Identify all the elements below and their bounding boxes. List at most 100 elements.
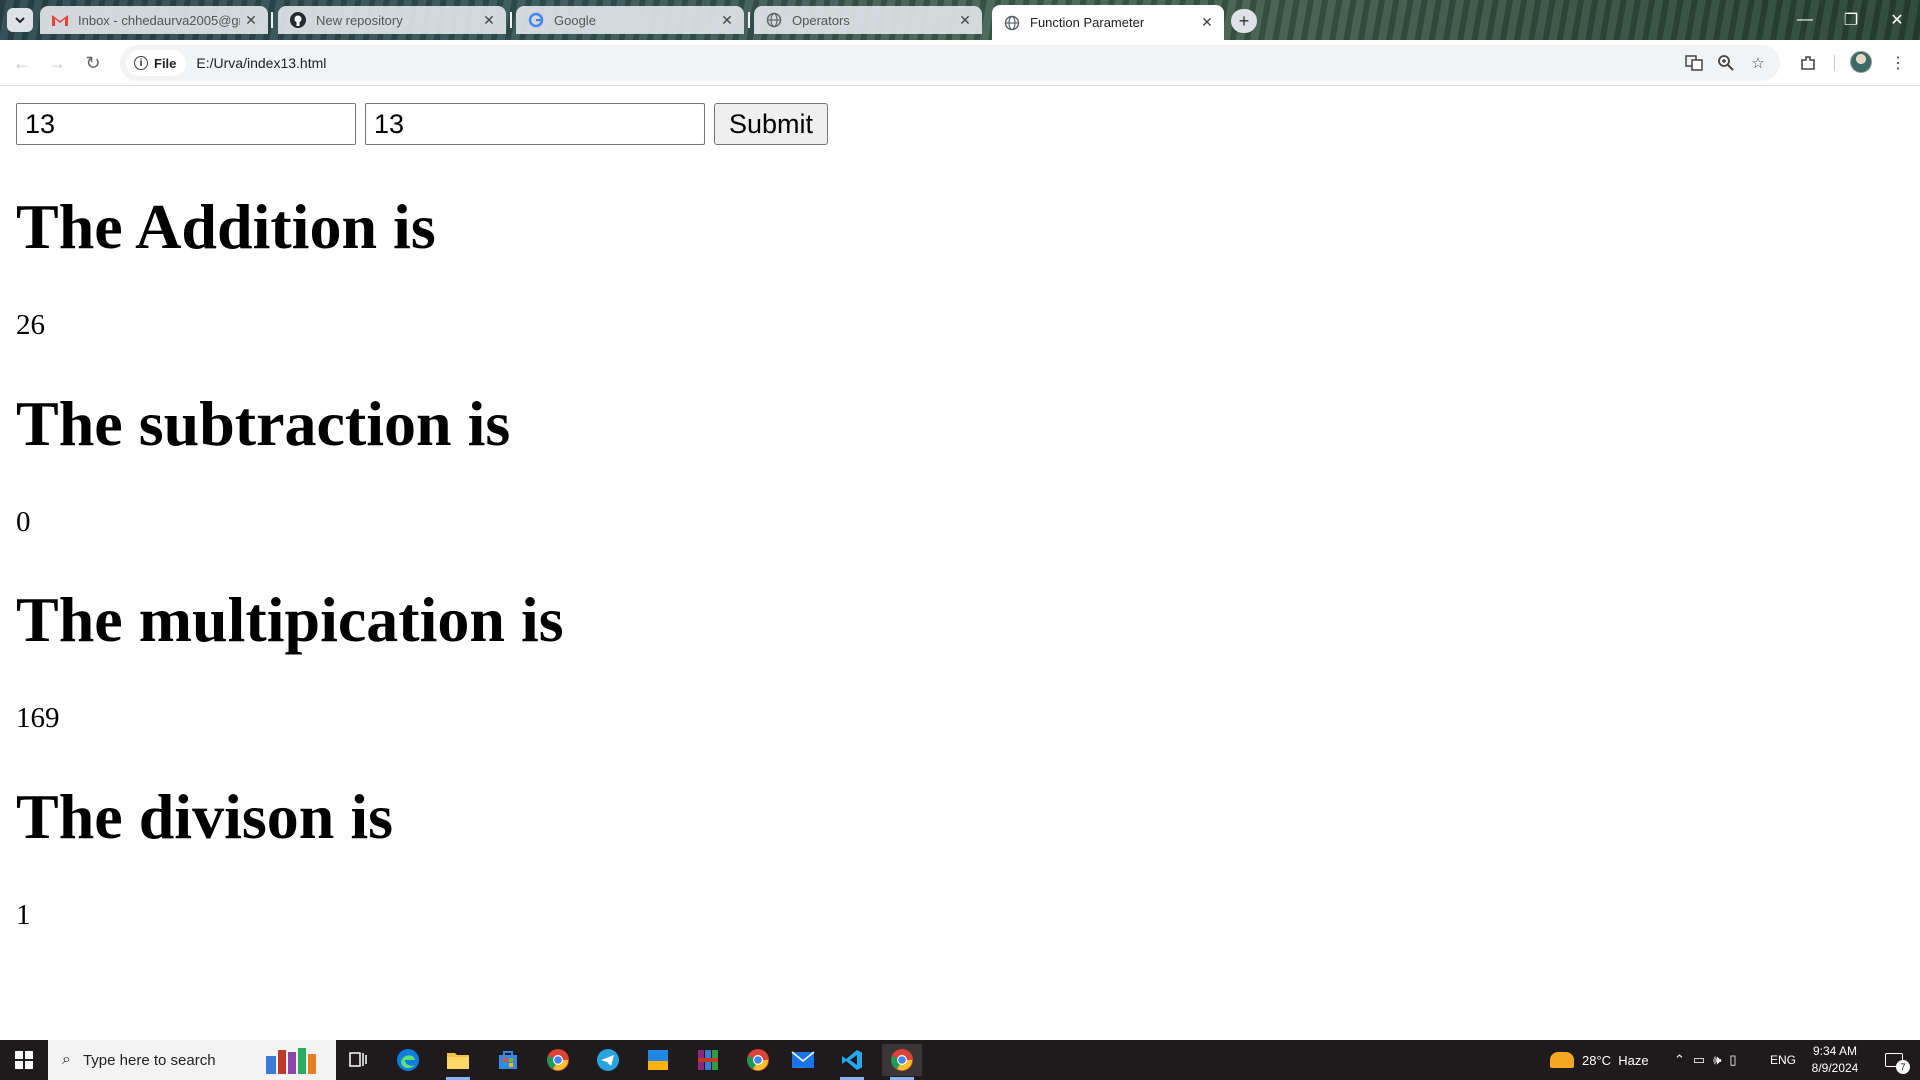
address-bar[interactable]: i File E:/Urva/index13.html ☆	[120, 45, 1780, 81]
taskbar-vscode[interactable]	[832, 1044, 872, 1080]
google-icon	[528, 12, 544, 28]
taskbar-chrome[interactable]	[738, 1044, 778, 1076]
chrome-icon	[747, 1049, 769, 1071]
tab-operators[interactable]: Operators ✕	[754, 6, 982, 34]
taskbar-store[interactable]	[488, 1044, 528, 1076]
tab-inbox[interactable]: Inbox - chhedaurva2005@gmail.com ✕	[40, 6, 268, 34]
taskbar-clock[interactable]: 9:34 AM 8/9/2024	[1808, 1043, 1862, 1077]
task-view-icon	[349, 1052, 367, 1067]
close-icon[interactable]: ✕	[240, 9, 262, 31]
extensions-icon[interactable]	[1796, 51, 1820, 75]
bookmark-star-icon[interactable]: ☆	[1748, 53, 1768, 73]
arrow-right-icon: →	[48, 52, 66, 73]
new-tab-button[interactable]: +	[1231, 9, 1257, 33]
minimize-icon: —	[1797, 11, 1813, 28]
tab-title: Function Parameter	[1030, 15, 1145, 30]
github-icon	[290, 12, 306, 28]
toolbar-divider	[1834, 55, 1835, 71]
minimize-button[interactable]: —	[1782, 6, 1828, 34]
taskbar-winrar[interactable]	[688, 1044, 728, 1076]
multiplication-result: 169	[16, 702, 60, 734]
profile-avatar[interactable]	[1850, 51, 1872, 73]
haze-icon	[1550, 1052, 1574, 1068]
tab-title: Inbox - chhedaurva2005@gmail.com	[78, 12, 240, 28]
globe-icon	[1004, 15, 1020, 31]
arrow-left-icon: ←	[13, 52, 31, 73]
tab-separator	[510, 12, 512, 28]
close-icon[interactable]: ✕	[478, 9, 500, 31]
notification-icon: 7	[1885, 1053, 1910, 1074]
close-window-button[interactable]: ✕	[1874, 6, 1920, 34]
vscode-icon	[842, 1050, 862, 1070]
globe-icon	[766, 12, 782, 28]
subtraction-heading: The subtraction is	[16, 388, 511, 459]
clock-date: 8/9/2024	[1811, 1061, 1859, 1075]
tab-title: Operators	[792, 12, 850, 28]
close-icon[interactable]: ✕	[1196, 12, 1218, 34]
taskbar-search-box[interactable]: ⌕ Type here to search	[48, 1040, 336, 1080]
start-button[interactable]	[0, 1040, 48, 1080]
info-icon: i	[134, 56, 148, 70]
taskbar-telegram[interactable]	[588, 1044, 628, 1076]
windows-icon	[15, 1051, 33, 1069]
tab-separator	[271, 12, 273, 28]
task-view-button[interactable]	[338, 1044, 378, 1076]
search-highlight-icon	[258, 1046, 326, 1076]
browser-tab-strip: Inbox - chhedaurva2005@gmail.com ✕ New r…	[0, 0, 1920, 40]
taskbar-chrome-profile[interactable]	[538, 1044, 578, 1076]
tab-separator	[748, 12, 750, 28]
url-text[interactable]: E:/Urva/index13.html	[196, 55, 326, 71]
network-icon[interactable]: ▭	[1693, 1052, 1705, 1068]
site-chip-label: File	[154, 55, 177, 71]
gmail-icon	[52, 12, 68, 28]
folder-icon	[447, 1053, 469, 1069]
number-input-2[interactable]	[365, 103, 705, 145]
chrome-icon	[891, 1049, 913, 1071]
reload-button[interactable]: ↻	[79, 49, 107, 77]
submit-button[interactable]: Submit	[714, 103, 828, 145]
speaker-icon[interactable]: 🕪	[1713, 1052, 1721, 1068]
close-icon: ✕	[1890, 12, 1904, 29]
restore-button[interactable]: ❐	[1828, 6, 1874, 34]
more-menu-icon[interactable]: ⋮	[1886, 51, 1910, 75]
division-result: 1	[16, 899, 31, 931]
subtraction-result: 0	[16, 506, 31, 538]
division-heading: The divison is	[16, 781, 394, 852]
addition-result: 26	[16, 309, 45, 341]
language-indicator[interactable]: ENG	[1770, 1040, 1796, 1080]
forward-button[interactable]: →	[43, 49, 71, 77]
taskbar-chrome-active[interactable]	[882, 1044, 922, 1080]
telegram-icon	[597, 1049, 619, 1071]
battery-icon[interactable]: ▯	[1729, 1052, 1736, 1068]
mail-icon	[791, 1051, 815, 1068]
system-tray: ⌃ ▭ 🕪 ▯	[1674, 1040, 1737, 1080]
taskbar-mail[interactable]	[783, 1044, 823, 1076]
number-input-1[interactable]	[16, 103, 356, 145]
taskbar-search-placeholder: Type here to search	[82, 1051, 216, 1069]
taskbar-edge[interactable]	[388, 1044, 428, 1076]
taskbar-app-blue[interactable]	[638, 1044, 678, 1076]
close-icon[interactable]: ✕	[716, 9, 738, 31]
notification-center-button[interactable]: 7	[1876, 1040, 1912, 1080]
back-button[interactable]: ←	[8, 49, 36, 77]
plus-icon: +	[1238, 10, 1250, 31]
edge-icon	[397, 1049, 419, 1071]
site-info-chip[interactable]: i File	[126, 50, 187, 76]
taskbar-file-explorer[interactable]	[438, 1044, 478, 1080]
tab-search-button[interactable]	[7, 8, 33, 32]
tab-new-repository[interactable]: New repository ✕	[278, 6, 506, 34]
translate-icon[interactable]	[1684, 53, 1704, 73]
zoom-icon[interactable]	[1716, 53, 1736, 73]
chevron-up-icon[interactable]: ⌃	[1674, 1052, 1685, 1068]
restore-icon: ❐	[1843, 12, 1859, 29]
tab-function-parameter[interactable]: Function Parameter ✕	[992, 5, 1224, 40]
chevron-down-icon	[15, 17, 25, 24]
browser-toolbar: ← → ↻ i File E:/Urva/index13.html ☆ ⋮	[0, 40, 1920, 86]
weather-widget[interactable]: 28°C Haze	[1550, 1040, 1649, 1080]
tab-google[interactable]: Google ✕	[516, 6, 744, 34]
reload-icon: ↻	[85, 52, 101, 73]
clock-time: 9:34 AM	[1812, 1044, 1858, 1058]
close-icon[interactable]: ✕	[954, 9, 976, 31]
tab-title: New repository	[316, 12, 403, 28]
winrar-icon	[698, 1050, 718, 1070]
